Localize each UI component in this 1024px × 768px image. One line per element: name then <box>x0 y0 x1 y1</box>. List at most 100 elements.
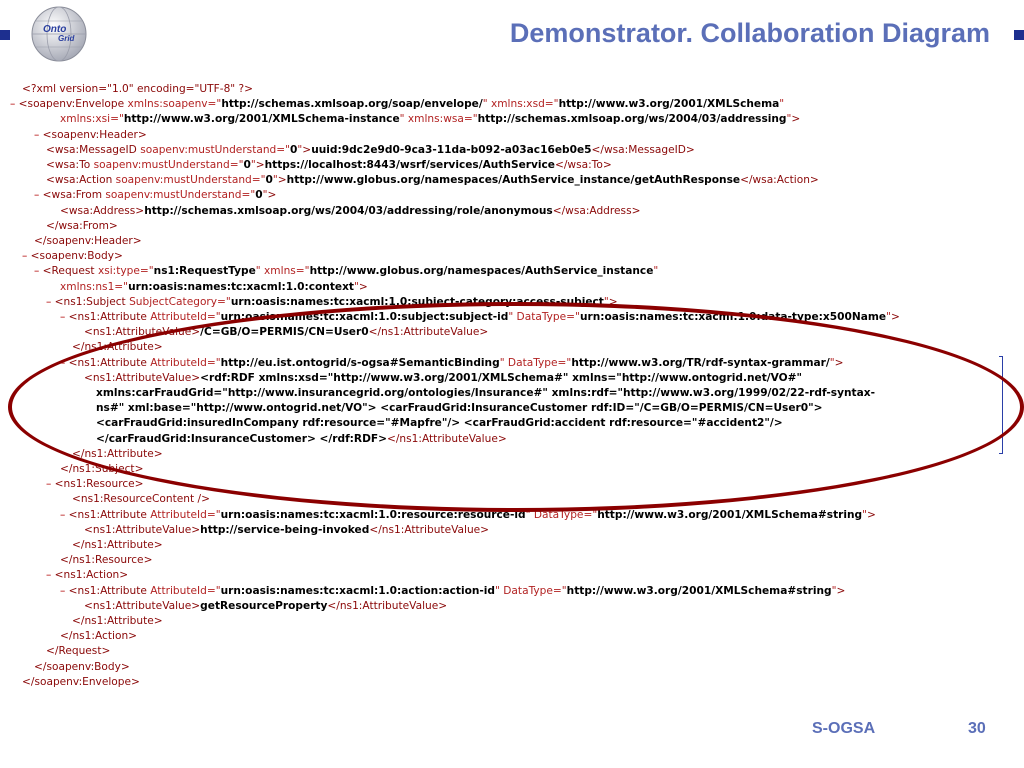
xml-token: </ns1:AttributeValue> <box>369 523 490 536</box>
xml-line: </ns1:Attribute> <box>72 340 163 355</box>
xml-token: </Request> <box>46 645 111 658</box>
xml-token: – <box>46 569 55 582</box>
xml-token: </wsa:To> <box>554 159 612 171</box>
xml-token: /C=GB/O=PERMIS/CN=User0 <box>200 326 369 339</box>
xml-token: http://www.globus.org/namespaces/AuthSer… <box>286 174 741 187</box>
xml-token: <ns1:AttributeValue> <box>84 371 201 384</box>
xml-line: – <ns1:Attribute AttributeId="urn:oasis:… <box>60 584 845 599</box>
xml-token: <soapenv:Body> <box>30 250 123 263</box>
xml-token: urn:oasis:names:tc:xacml:1.0:action:acti… <box>220 584 496 597</box>
xml-token: </ns1:Action> <box>60 630 138 643</box>
xml-line: </ns1:Attribute> <box>72 614 163 629</box>
slide-title: Demonstrator. Collaboration Diagram <box>509 18 990 48</box>
xml-token: http://eu.ist.ontogrid/s-ogsa#SemanticBi… <box>220 356 500 369</box>
xml-token: <ns1:ResourceContent /> <box>72 493 210 506</box>
xml-token: http://www.w3.org/2001/XMLSchema#string <box>597 508 863 521</box>
xml-token: " DataType=" <box>499 356 572 369</box>
ontogrid-logo: Onto Grid <box>31 6 87 62</box>
xml-token: </ns1:AttributeValue> <box>368 326 489 339</box>
xml-token: soapenv:mustUnderstand=" <box>140 143 291 156</box>
xml-token: xmlns:carFraudGrid="http://www.insurance… <box>96 387 876 399</box>
xml-line: xmlns:carFraudGrid="http://www.insurance… <box>96 386 875 401</box>
xml-line: <carFraudGrid:insuredInCompany rdf:resou… <box>96 416 783 431</box>
xml-line: – <ns1:Attribute AttributeId="http://eu.… <box>60 356 844 371</box>
xml-line: <wsa:Action soapenv:mustUnderstand="0">h… <box>46 173 819 188</box>
xml-token: 0 <box>243 159 251 171</box>
xml-line: <ns1:AttributeValue>http://service-being… <box>84 523 489 538</box>
xml-token: <wsa:To <box>46 159 94 171</box>
xml-token: </carFraudGrid:InsuranceCustomer> </rdf:… <box>96 432 387 445</box>
xml-line: </ns1:Attribute> <box>72 538 163 553</box>
xml-token: <ns1:AttributeValue> <box>84 523 201 536</box>
xml-line: </soapenv:Envelope> <box>22 675 140 690</box>
xml-token: http://service-being-invoked <box>200 523 370 536</box>
xml-token: https://localhost:8443/wsrf/services/Aut… <box>264 159 555 171</box>
xml-line: – <ns1:Action> <box>46 568 128 583</box>
xml-line: </ns1:Attribute> <box>72 447 163 462</box>
xml-line: <?xml version="1.0" encoding="UTF-8" ?> <box>22 82 253 97</box>
xml-token: <wsa:MessageID <box>46 143 141 156</box>
xml-token: – <box>60 584 69 597</box>
xml-token: urn:oasis:names:tc:xacml:1.0:context <box>128 280 354 293</box>
xml-token: – <box>34 265 43 278</box>
xml-token: " xmlns:xsd=" <box>482 98 559 111</box>
xml-token: soapenv:mustUnderstand=" <box>115 174 266 187</box>
xml-token: http://schemas.xmlsoap.org/soap/envelope… <box>221 98 483 111</box>
xml-token: " <box>779 98 785 111</box>
xml-line: – <Request xsi:type="ns1:RequestType" xm… <box>34 264 658 279</box>
logo-text-grid: Grid <box>58 34 76 43</box>
xml-token: – <box>46 295 55 308</box>
xml-line: xmlns:ns1="urn:oasis:names:tc:xacml:1.0:… <box>60 280 368 295</box>
xml-token: " <box>653 265 659 278</box>
xml-token: </ns1:AttributeValue> <box>327 599 448 612</box>
xml-token: <carFraudGrid:insuredInCompany rdf:resou… <box>96 417 783 430</box>
xml-token: " xmlns:wsa=" <box>399 113 478 126</box>
xml-line: </wsa:From> <box>46 219 118 234</box>
xml-token: <ns1:Action> <box>54 569 129 582</box>
xml-token: <ns1:Attribute <box>68 356 151 369</box>
xml-token: urn:oasis:names:tc:xacml:1.0:resource:re… <box>220 508 526 521</box>
xml-token: </wsa:MessageID> <box>591 143 695 156</box>
xml-token: uuid:9dc2e9d0-9ca3-11da-b092-a03ac16eb0e… <box>311 143 592 156</box>
xml-line: </soapenv:Header> <box>34 234 142 249</box>
xml-token: 0 <box>265 174 273 187</box>
xml-line: ns#" xml:base="http://www.ontogrid.net/V… <box>96 401 823 416</box>
xml-token: > <box>358 280 368 293</box>
xml-token: <ns1:Attribute <box>68 508 151 521</box>
xml-line: – <ns1:Attribute AttributeId="urn:oasis:… <box>60 508 876 523</box>
xml-token: " xmlns=" <box>255 265 310 278</box>
xml-line: </ns1:Action> <box>60 629 137 644</box>
xml-token: AttributeId=" <box>150 508 221 521</box>
xml-line: <ns1:AttributeValue><rdf:RDF xmlns:xsd="… <box>84 371 802 386</box>
xml-line: – <soapenv:Header> <box>34 128 147 143</box>
xml-token: http://schemas.xmlsoap.org/ws/2004/03/ad… <box>144 204 553 217</box>
xml-token: <ns1:AttributeValue> <box>84 326 201 339</box>
xml-token: <wsa:Action <box>46 174 116 187</box>
xml-token: <ns1:Resource> <box>54 478 144 491</box>
xml-token: SubjectCategory=" <box>129 295 231 308</box>
xml-token: <ns1:AttributeValue> <box>84 599 201 612</box>
xml-token: <ns1:Attribute <box>68 584 151 597</box>
xml-token: > <box>890 311 900 323</box>
xml-token: </wsa:From> <box>46 219 118 232</box>
xml-line: – <ns1:Resource> <box>46 477 144 492</box>
xml-token: xsi:type=" <box>97 265 154 278</box>
xml-line: <wsa:To soapenv:mustUnderstand="0">https… <box>46 158 612 173</box>
xml-token: AttributeId=" <box>150 311 221 323</box>
xml-token: xmlns:soapenv=" <box>127 98 222 111</box>
xml-token: > <box>867 508 876 521</box>
xml-line: <wsa:Address>http://schemas.xmlsoap.org/… <box>60 204 640 219</box>
xml-token: http://schemas.xmlsoap.org/ws/2004/03/ad… <box>477 113 787 126</box>
xml-line: <ns1:AttributeValue>getResourceProperty<… <box>84 599 447 614</box>
xml-token: ns1:RequestType <box>153 265 256 278</box>
scroll-bracket <box>999 356 1003 454</box>
xml-token: > <box>608 295 618 308</box>
xml-token: soapenv:mustUnderstand=" <box>93 159 244 171</box>
xml-line: – <ns1:Subject SubjectCategory="urn:oasi… <box>46 295 618 310</box>
footer-label: S-OGSA <box>812 720 876 737</box>
xml-token: </ns1:AttributeValue> <box>386 432 507 445</box>
xml-line: – <soapenv:Body> <box>22 249 123 264</box>
xml-token: <soapenv:Envelope <box>18 98 128 111</box>
xml-line: </ns1:Resource> <box>60 553 152 568</box>
xml-token: AttributeId=" <box>150 356 221 369</box>
